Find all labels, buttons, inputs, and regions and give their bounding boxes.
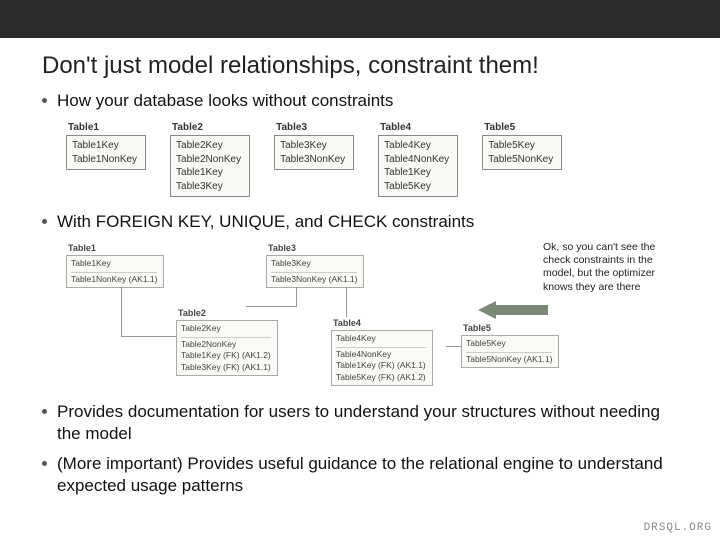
- table5: Table5 Table5Key Table5NonKey: [482, 120, 562, 197]
- rel-line: [121, 336, 176, 337]
- table1-col1: Table1NonKey: [72, 153, 137, 167]
- bullet-dot: [42, 219, 47, 224]
- table5-col1: Table5NonKey: [488, 153, 553, 167]
- bullet-2-text: With FOREIGN KEY, UNIQUE, and CHECK cons…: [57, 211, 474, 233]
- d2-table3-col0: Table3Key: [271, 258, 357, 269]
- table1-name: Table1: [66, 120, 146, 135]
- table2-name: Table2: [170, 120, 250, 135]
- d2-table4-name: Table4: [331, 316, 433, 330]
- table4: Table4 Table4Key Table4NonKey Table1Key …: [378, 120, 458, 197]
- rel-line: [246, 306, 296, 307]
- table3: Table3 Table3Key Table3NonKey: [274, 120, 354, 197]
- d2-table5: Table5 Table5Key Table5NonKey (AK1.1): [461, 321, 559, 368]
- table2-col1: Table2NonKey: [176, 153, 241, 167]
- table1: Table1 Table1Key Table1NonKey: [66, 120, 146, 197]
- table4-col0: Table4Key: [384, 139, 449, 153]
- d2-table1-col1: Table1NonKey (AK1.1): [71, 274, 157, 285]
- d2-table2-col2: Table1Key (FK) (AK1.2): [181, 350, 271, 361]
- table3-name: Table3: [274, 120, 354, 135]
- footer-watermark: DRSQL.ORG: [644, 522, 712, 534]
- table4-col3: Table5Key: [384, 180, 449, 194]
- table4-col2: Table1Key: [384, 166, 449, 180]
- diagram-with-constraints: Table1 Table1Key Table1NonKey (AK1.1) Ta…: [66, 241, 678, 391]
- callout-note: Ok, so you can't see the check constrain…: [543, 241, 678, 294]
- d2-table2: Table2 Table2Key Table2NonKey Table1Key …: [176, 306, 278, 376]
- d2-table4-col1: Table4NonKey: [336, 349, 426, 360]
- d2-table1-name: Table1: [66, 241, 164, 255]
- table4-name: Table4: [378, 120, 458, 135]
- d2-table3-name: Table3: [266, 241, 364, 255]
- diagram-without-constraints: Table1 Table1Key Table1NonKey Table2 Tab…: [66, 120, 678, 197]
- table4-col1: Table4NonKey: [384, 153, 449, 167]
- d2-table2-col0: Table2Key: [181, 323, 271, 334]
- d2-table1-col0: Table1Key: [71, 258, 157, 269]
- d2-table4-col2: Table1Key (FK) (AK1.1): [336, 360, 426, 371]
- bullet-3-text: Provides documentation for users to unde…: [57, 401, 678, 445]
- bullet-dot: [42, 409, 47, 414]
- table2: Table2 Table2Key Table2NonKey Table1Key …: [170, 120, 250, 197]
- d2-table1: Table1 Table1Key Table1NonKey (AK1.1): [66, 241, 164, 288]
- d2-table3-col1: Table3NonKey (AK1.1): [271, 274, 357, 285]
- bullet-4-text: (More important) Provides useful guidanc…: [57, 453, 678, 497]
- title-bar: [0, 0, 720, 38]
- d2-table2-col1: Table2NonKey: [181, 339, 271, 350]
- slide-title: Don't just model relationships, constrai…: [42, 52, 678, 80]
- table1-col0: Table1Key: [72, 139, 137, 153]
- bullet-dot: [42, 98, 47, 103]
- d2-table5-col0: Table5Key: [466, 338, 552, 349]
- bullet-3: Provides documentation for users to unde…: [42, 401, 678, 445]
- table2-col2: Table1Key: [176, 166, 241, 180]
- bullet-1: How your database looks without constrai…: [42, 90, 678, 112]
- d2-table4-col0: Table4Key: [336, 333, 426, 344]
- table2-col3: Table3Key: [176, 180, 241, 194]
- d2-table4: Table4 Table4Key Table4NonKey Table1Key …: [331, 316, 433, 386]
- bullet-1-text: How your database looks without constrai…: [57, 90, 393, 112]
- rel-line: [346, 287, 347, 317]
- bullet-dot: [42, 461, 47, 466]
- table2-col0: Table2Key: [176, 139, 241, 153]
- bullet-4: (More important) Provides useful guidanc…: [42, 453, 678, 497]
- table5-name: Table5: [482, 120, 562, 135]
- rel-line: [121, 287, 122, 337]
- table3-col0: Table3Key: [280, 139, 345, 153]
- rel-line: [296, 287, 297, 307]
- d2-table5-name: Table5: [461, 321, 559, 335]
- slide-content: Don't just model relationships, constrai…: [0, 38, 720, 498]
- d2-table5-col1: Table5NonKey (AK1.1): [466, 354, 552, 365]
- d2-table3: Table3 Table3Key Table3NonKey (AK1.1): [266, 241, 364, 288]
- arrow-left-icon: [478, 301, 548, 319]
- d2-table2-col3: Table3Key (FK) (AK1.1): [181, 362, 271, 373]
- d2-table2-name: Table2: [176, 306, 278, 320]
- rel-line: [446, 346, 461, 347]
- table5-col0: Table5Key: [488, 139, 553, 153]
- d2-table4-col3: Table5Key (FK) (AK1.2): [336, 372, 426, 383]
- bullet-2: With FOREIGN KEY, UNIQUE, and CHECK cons…: [42, 211, 678, 233]
- table3-col1: Table3NonKey: [280, 153, 345, 167]
